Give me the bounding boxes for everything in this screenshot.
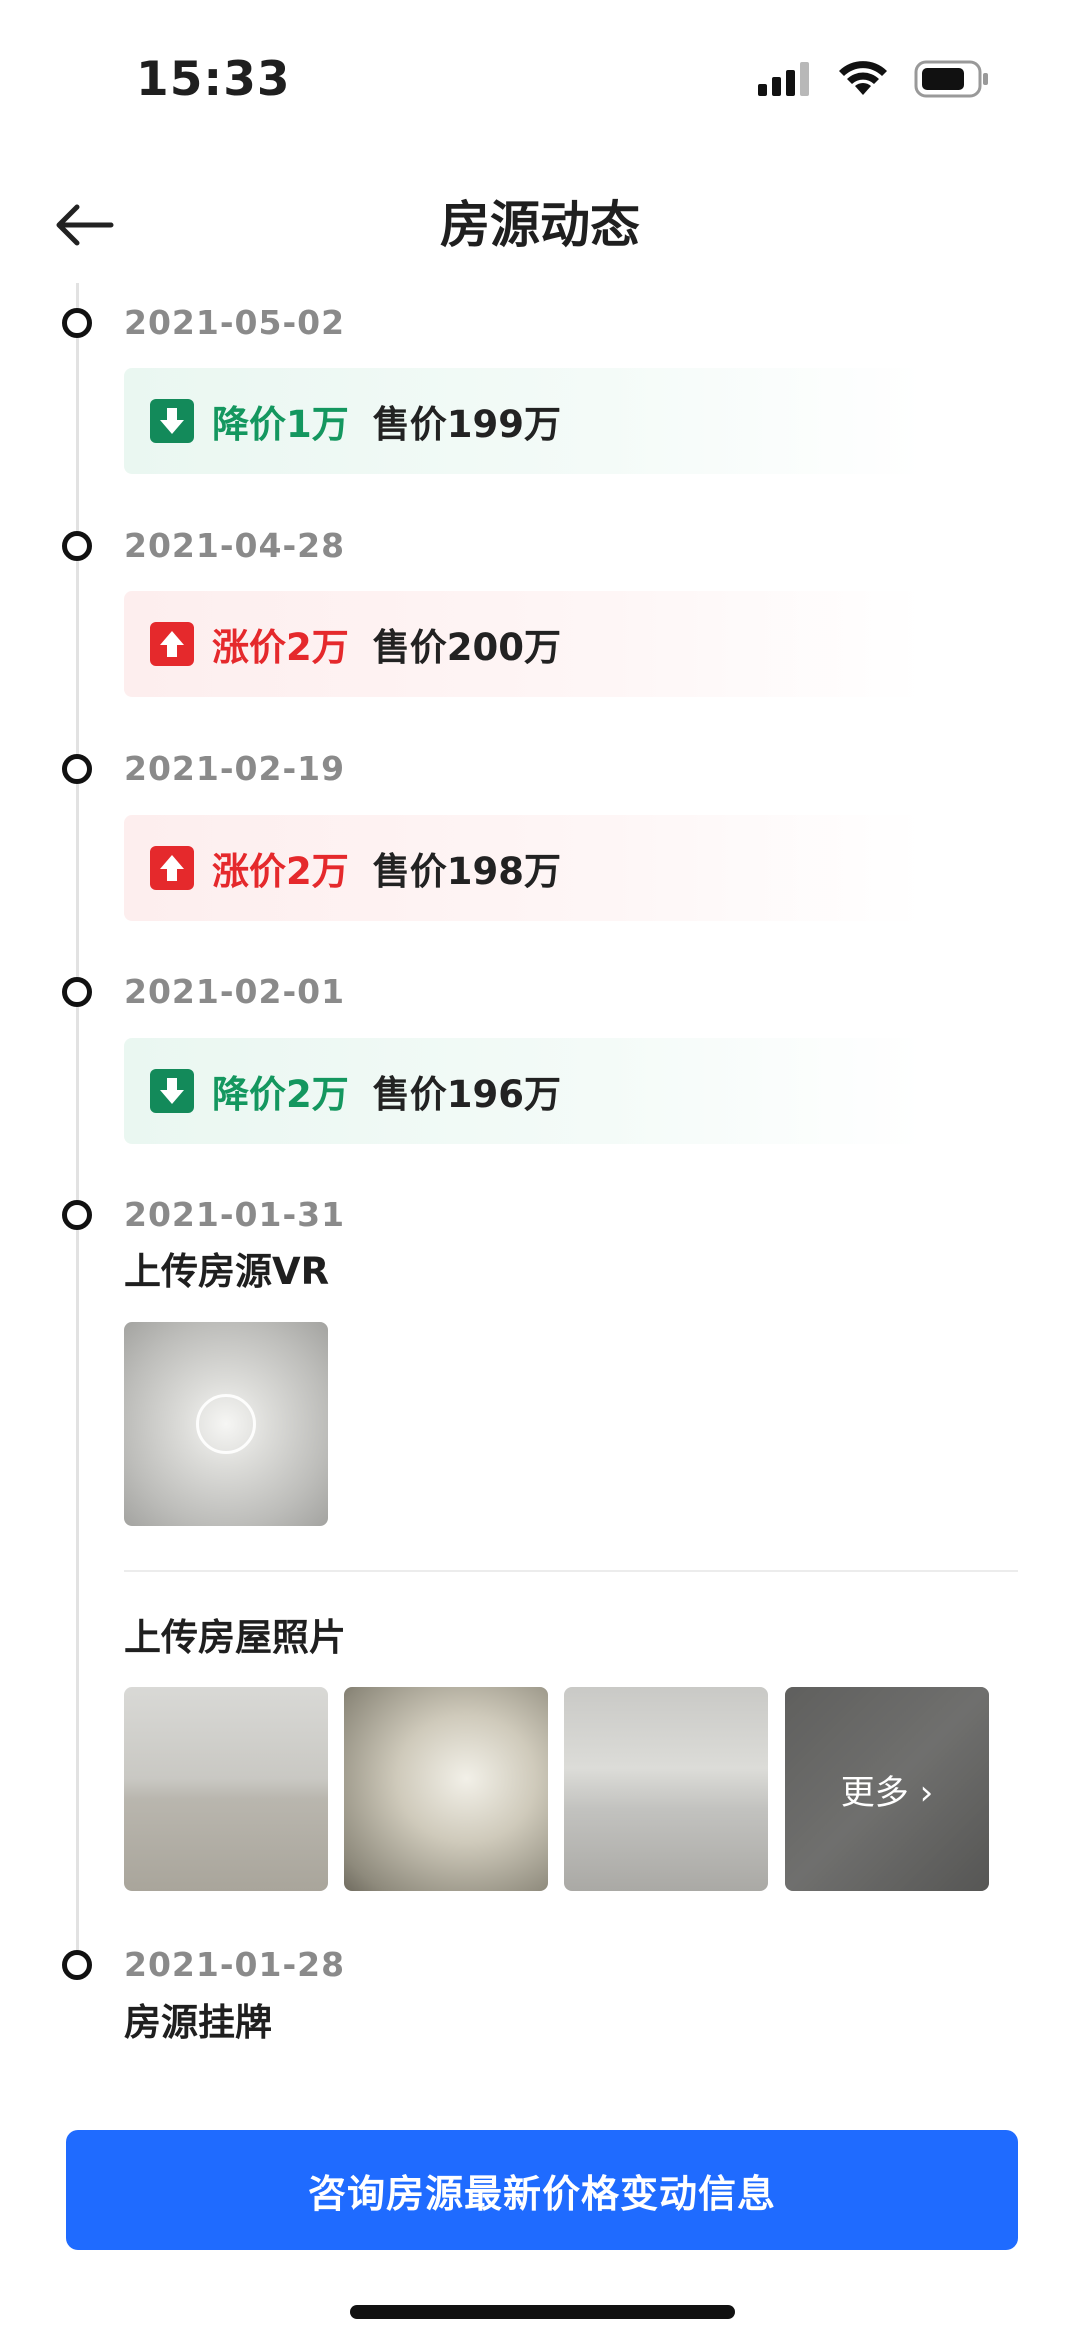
home-indicator (350, 2305, 735, 2319)
status-time: 15:33 (136, 52, 291, 107)
timeline-dot (62, 308, 92, 338)
price-change-label: 涨价2万 (212, 850, 349, 893)
timeline-dot (62, 977, 92, 1007)
price-up-icon (150, 622, 194, 666)
status-icons (758, 58, 990, 100)
consult-price-button[interactable]: 咨询房源最新价格变动信息 (66, 2130, 1018, 2250)
event-date: 2021-04-28 (124, 526, 346, 565)
cellular-signal-icon (758, 62, 809, 96)
price-down-icon (150, 1069, 194, 1113)
timeline-dot (62, 754, 92, 784)
more-photos-button[interactable]: 更多 › (785, 1687, 989, 1891)
price-down-icon (150, 399, 194, 443)
battery-icon (914, 60, 988, 98)
timeline-dot (62, 531, 92, 561)
event-title: 房源挂牌 (124, 2001, 272, 2044)
price-change-card: 降价2万 售价196万 (124, 1038, 924, 1144)
price-value: 售价196万 (372, 1073, 561, 1116)
event-title: 上传房源VR (124, 1250, 330, 1293)
timeline-dot (62, 1200, 92, 1230)
price-change-label: 降价1万 (212, 403, 349, 446)
price-value: 售价199万 (372, 403, 561, 446)
price-value: 售价200万 (372, 626, 561, 669)
price-up-icon (150, 846, 194, 890)
photo-thumbnail[interactable] (564, 1687, 768, 1891)
timeline-dot (62, 1950, 92, 1980)
price-value: 售价198万 (372, 850, 561, 893)
price-change-card: 涨价2万 售价198万 (124, 815, 924, 921)
event-date: 2021-02-19 (124, 749, 346, 788)
wifi-icon (839, 61, 887, 95)
vr-thumbnail[interactable] (124, 1322, 328, 1526)
price-change-label: 降价2万 (212, 1073, 349, 1116)
event-date: 2021-01-28 (124, 1945, 346, 1984)
event-title: 上传房屋照片 (124, 1616, 346, 1659)
photo-thumbnail[interactable] (344, 1687, 548, 1891)
event-date: 2021-02-01 (124, 972, 346, 1011)
event-date: 2021-01-31 (124, 1195, 346, 1234)
more-photos-label: 更多 › (785, 1687, 989, 1891)
event-date: 2021-05-02 (124, 303, 346, 342)
divider (124, 1570, 1018, 1572)
photo-thumbnail[interactable] (124, 1687, 328, 1891)
page-title: 房源动态 (440, 196, 640, 254)
price-change-card: 降价1万 售价199万 (124, 368, 924, 474)
vr-play-icon (196, 1394, 256, 1454)
price-change-card: 涨价2万 售价200万 (124, 591, 924, 697)
price-change-label: 涨价2万 (212, 626, 349, 669)
